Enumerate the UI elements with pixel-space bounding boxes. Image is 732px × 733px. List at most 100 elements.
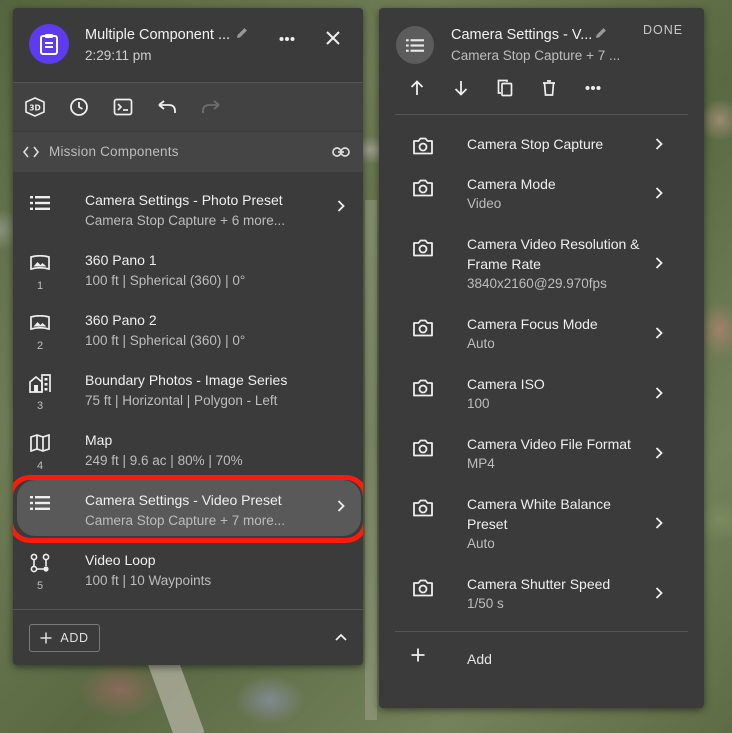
mission-components-panel: Multiple Component ... 2:29:11 pm 3D Mis… (13, 8, 363, 665)
component-number: 2 (36, 340, 44, 352)
mission-title: Multiple Component ... (85, 27, 231, 43)
map-icon (27, 432, 53, 454)
add-setting-button[interactable]: Add (379, 644, 704, 674)
mission-components-label: Mission Components (49, 144, 179, 159)
history-button[interactable] (65, 93, 93, 121)
delete-button[interactable] (535, 76, 563, 100)
3d-view-icon: 3D (25, 97, 45, 117)
component-number: 1 (36, 280, 44, 292)
component-item[interactable]: Camera Settings - Photo Preset Camera St… (13, 178, 363, 238)
setting-item[interactable]: Camera White Balance Preset Auto (379, 494, 704, 558)
component-number: 5 (36, 580, 44, 592)
setting-name: Camera Mode (467, 176, 556, 192)
chevron-up-icon[interactable] (335, 633, 347, 641)
camera-icon (411, 135, 435, 157)
close-icon[interactable] (326, 31, 340, 45)
component-title: 360 Pano 1 (85, 252, 157, 268)
panel-footer: ADD (13, 609, 363, 665)
more-options-icon[interactable] (279, 36, 295, 42)
component-title: 360 Pano 2 (85, 312, 157, 328)
camera-icon (411, 577, 435, 599)
list-icon (27, 492, 53, 514)
mission-avatar (29, 24, 69, 64)
setting-value: 100 (467, 396, 490, 411)
move-up-button[interactable] (403, 76, 431, 100)
setting-item[interactable]: Camera Video Resolution & Frame Rate 384… (379, 234, 704, 298)
component-item-selected[interactable]: Camera Settings - Video Preset Camera St… (13, 475, 363, 543)
setting-name: Camera Stop Capture (467, 136, 604, 152)
setting-item[interactable]: Camera Stop Capture (379, 128, 704, 160)
redo-button[interactable] (197, 93, 225, 121)
trash-icon (543, 80, 555, 96)
chevron-right-icon (655, 447, 663, 459)
chevron-right-icon (655, 138, 663, 150)
component-list: Camera Settings - Photo Preset Camera St… (13, 172, 363, 609)
setting-value: 1/50 s (467, 596, 504, 611)
setting-item[interactable]: Camera Focus Mode Auto (379, 314, 704, 358)
edit-pencil-icon[interactable] (594, 26, 608, 40)
component-title: Camera Settings - Photo Preset (85, 192, 283, 208)
panorama-icon (27, 312, 53, 334)
3d-view-button[interactable]: 3D (21, 93, 49, 121)
list-icon (27, 192, 53, 214)
component-item[interactable]: 3 Boundary Photos - Image Series 75 ft |… (13, 358, 363, 418)
camera-icon (411, 497, 435, 519)
mission-time: 2:29:11 pm (85, 48, 152, 63)
mission-toolbar: 3D (13, 83, 363, 131)
component-item[interactable]: 5 Video Loop 100 ft | 10 Waypoints (13, 538, 363, 598)
console-button[interactable] (109, 93, 137, 121)
arrow-up-icon (410, 80, 424, 95)
setting-item[interactable]: Camera Shutter Speed 1/50 s (379, 574, 704, 618)
component-subtitle: Camera Stop Capture + 7 ... (451, 48, 621, 63)
component-number: 4 (36, 460, 44, 472)
camera-icon (411, 437, 435, 459)
setting-item[interactable]: Camera ISO 100 (379, 374, 704, 418)
component-details-panel: Camera Settings - V... DONE Camera Stop … (379, 8, 704, 708)
duplicate-button[interactable] (491, 76, 519, 100)
done-button[interactable]: DONE (643, 23, 683, 37)
undo-icon (158, 100, 176, 113)
chevron-right-icon (655, 517, 663, 529)
camera-icon (411, 177, 435, 199)
setting-value: 3840x2160@29.970fps (467, 276, 607, 291)
mission-components-bar: Mission Components (13, 132, 363, 172)
list-icon (406, 38, 424, 52)
divider (395, 631, 688, 632)
map-road (365, 200, 377, 720)
setting-item[interactable]: Camera Video File Format MP4 (379, 434, 704, 478)
camera-icon (411, 377, 435, 399)
component-subtitle: 100 ft | 10 Waypoints (85, 573, 212, 588)
clipboard-icon (40, 34, 58, 55)
component-avatar (396, 26, 434, 64)
component-title: Map (85, 432, 113, 448)
setting-value: MP4 (467, 456, 495, 471)
setting-name: Camera Shutter Speed (467, 576, 611, 592)
building-icon (27, 372, 53, 394)
component-item[interactable]: 1 360 Pano 1 100 ft | Spherical (360) | … (13, 238, 363, 298)
terminal-icon (113, 98, 133, 116)
component-subtitle: 75 ft | Horizontal | Polygon - Left (85, 393, 278, 408)
undo-button[interactable] (153, 93, 181, 121)
redo-icon (202, 100, 220, 113)
add-label: ADD (60, 631, 89, 645)
move-down-button[interactable] (447, 76, 475, 100)
more-options-button[interactable] (579, 76, 607, 100)
svg-text:3D: 3D (29, 104, 40, 113)
plus-icon (411, 648, 425, 662)
edit-pencil-icon[interactable] (235, 26, 249, 40)
chevron-right-icon (655, 327, 663, 339)
add-component-button[interactable]: ADD (29, 624, 100, 652)
clock-icon (70, 98, 88, 116)
component-subtitle: 100 ft | Spherical (360) | 0° (85, 333, 246, 348)
camera-icon (411, 237, 435, 259)
plus-icon (40, 632, 52, 644)
setting-item[interactable]: Camera Mode Video (379, 174, 704, 218)
add-setting-label: Add (467, 651, 492, 667)
link-icon[interactable] (332, 146, 350, 158)
component-item[interactable]: 2 360 Pano 2 100 ft | Spherical (360) | … (13, 298, 363, 358)
component-title: Camera Settings - Video Preset (85, 492, 282, 508)
arrow-down-icon (454, 81, 468, 96)
panorama-icon (27, 252, 53, 274)
component-title: Camera Settings - V... (451, 27, 593, 43)
component-item[interactable]: 4 Map 249 ft | 9.6 ac | 80% | 70% (13, 418, 363, 478)
